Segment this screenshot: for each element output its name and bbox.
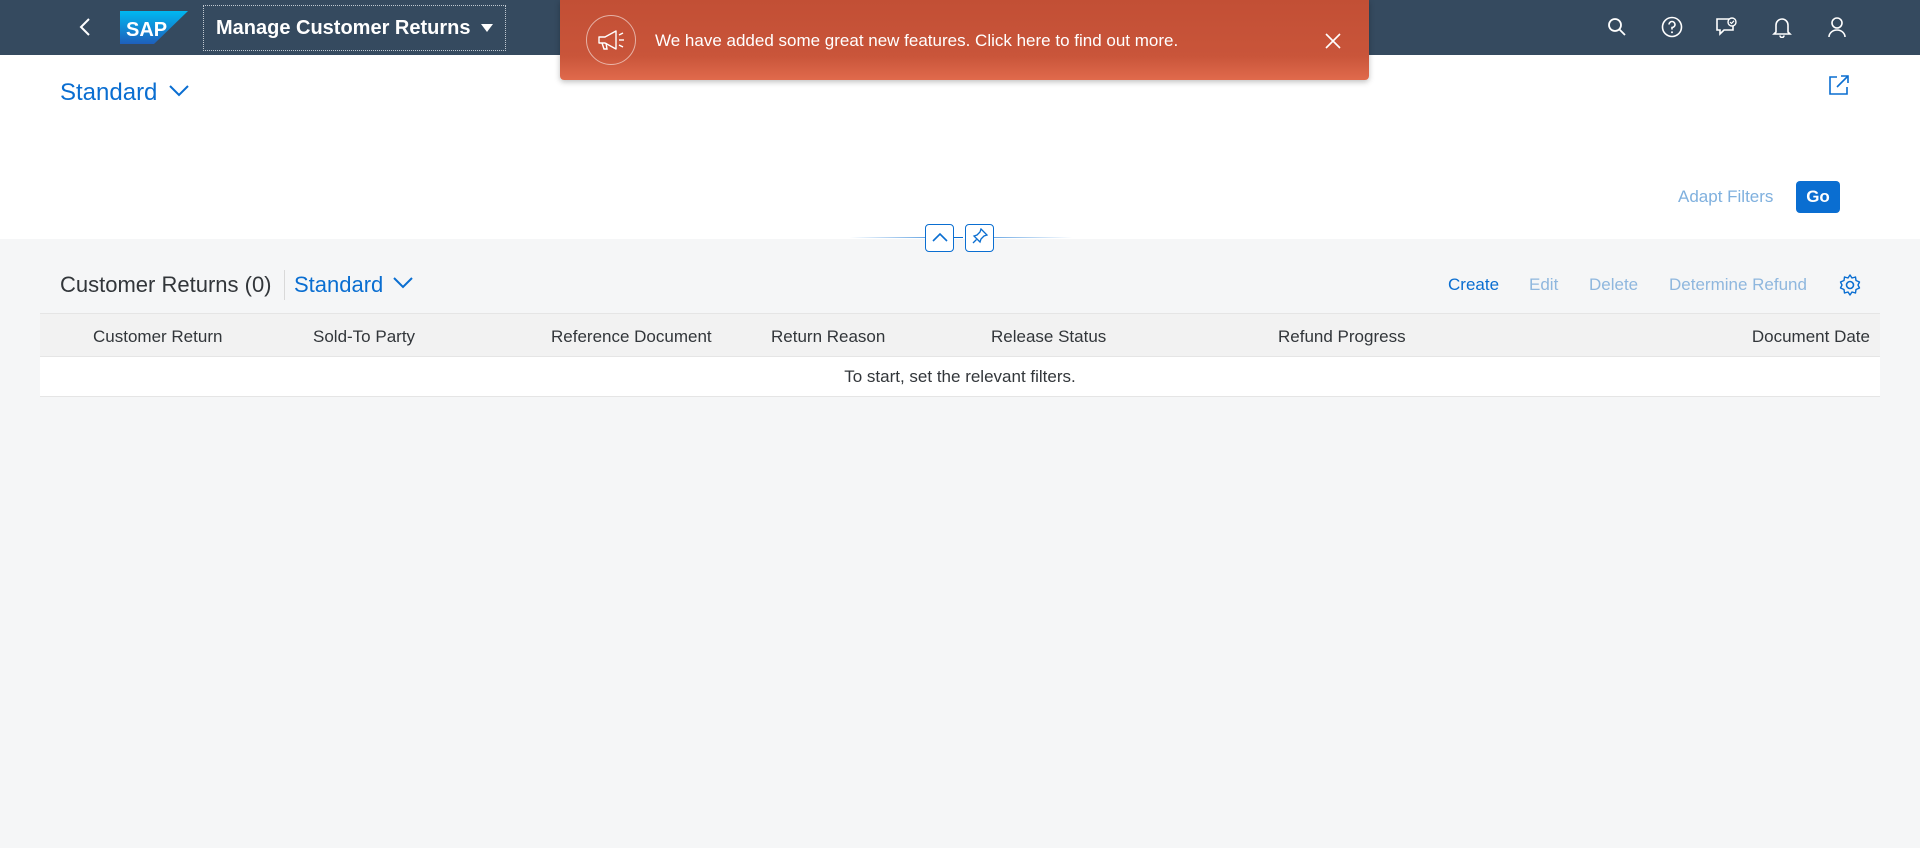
column-header-reference-document[interactable]: Reference Document [551, 327, 712, 347]
customer-returns-table: Customer Return Sold-To Party Reference … [40, 313, 1880, 397]
no-data-text: To start, set the relevant filters. [844, 366, 1076, 386]
table-empty-row: To start, set the relevant filters. [40, 357, 1880, 397]
delete-button[interactable]: Delete [1589, 275, 1638, 295]
header-divider-left [850, 237, 925, 238]
search-icon[interactable] [1604, 14, 1630, 40]
user-icon[interactable] [1824, 14, 1850, 40]
announcement-message[interactable]: We have added some great new features. C… [655, 31, 1178, 51]
notifications-icon[interactable] [1769, 14, 1795, 40]
edit-button[interactable]: Edit [1529, 275, 1558, 295]
gear-icon[interactable] [1838, 273, 1864, 299]
column-header-release-status[interactable]: Release Status [991, 327, 1106, 347]
chevron-up-icon [931, 229, 948, 247]
filter-bar: Standard Adapt Filters Go [0, 55, 1920, 239]
column-header-customer-return[interactable]: Customer Return [93, 327, 222, 347]
toolbar-separator [284, 270, 285, 300]
announcement-banner[interactable]: We have added some great new features. C… [560, 0, 1369, 80]
table-variant-label: Standard [294, 272, 384, 297]
page-variant-selector[interactable]: Standard [60, 79, 190, 107]
page-variant-label: Standard [60, 79, 158, 106]
pin-header-button[interactable] [965, 224, 994, 252]
help-icon[interactable] [1659, 14, 1685, 40]
adapt-filters-button[interactable]: Adapt Filters [1678, 187, 1773, 207]
determine-refund-button[interactable]: Determine Refund [1669, 275, 1807, 295]
megaphone-icon [586, 15, 636, 65]
table-title: Customer Returns (0) [60, 272, 272, 297]
table-variant-selector[interactable]: Standard [294, 272, 414, 298]
header-divider-mid [953, 237, 963, 238]
share-icon[interactable] [1827, 73, 1853, 99]
table-header-row: Customer Return Sold-To Party Reference … [40, 313, 1880, 357]
create-button[interactable]: Create [1448, 275, 1499, 295]
app-title-menu[interactable]: Manage Customer Returns [203, 5, 506, 51]
chevron-down-icon [393, 276, 414, 294]
column-header-refund-progress[interactable]: Refund Progress [1278, 327, 1406, 347]
pin-icon [972, 227, 988, 249]
sap-logo[interactable]: SAP [120, 11, 188, 44]
feedback-icon[interactable] [1714, 14, 1740, 40]
close-icon[interactable] [1321, 29, 1345, 53]
header-divider-right [992, 237, 1072, 238]
svg-text:SAP: SAP [126, 19, 167, 41]
collapse-header-button[interactable] [925, 224, 954, 252]
app-title: Manage Customer Returns [216, 16, 471, 39]
go-button[interactable]: Go [1796, 181, 1840, 213]
column-header-return-reason[interactable]: Return Reason [771, 327, 885, 347]
column-header-document-date[interactable]: Document Date [1752, 327, 1870, 347]
chevron-down-icon [169, 84, 190, 102]
caret-down-icon [480, 24, 493, 32]
back-icon[interactable] [72, 14, 98, 40]
column-header-sold-to-party[interactable]: Sold-To Party [313, 327, 415, 347]
